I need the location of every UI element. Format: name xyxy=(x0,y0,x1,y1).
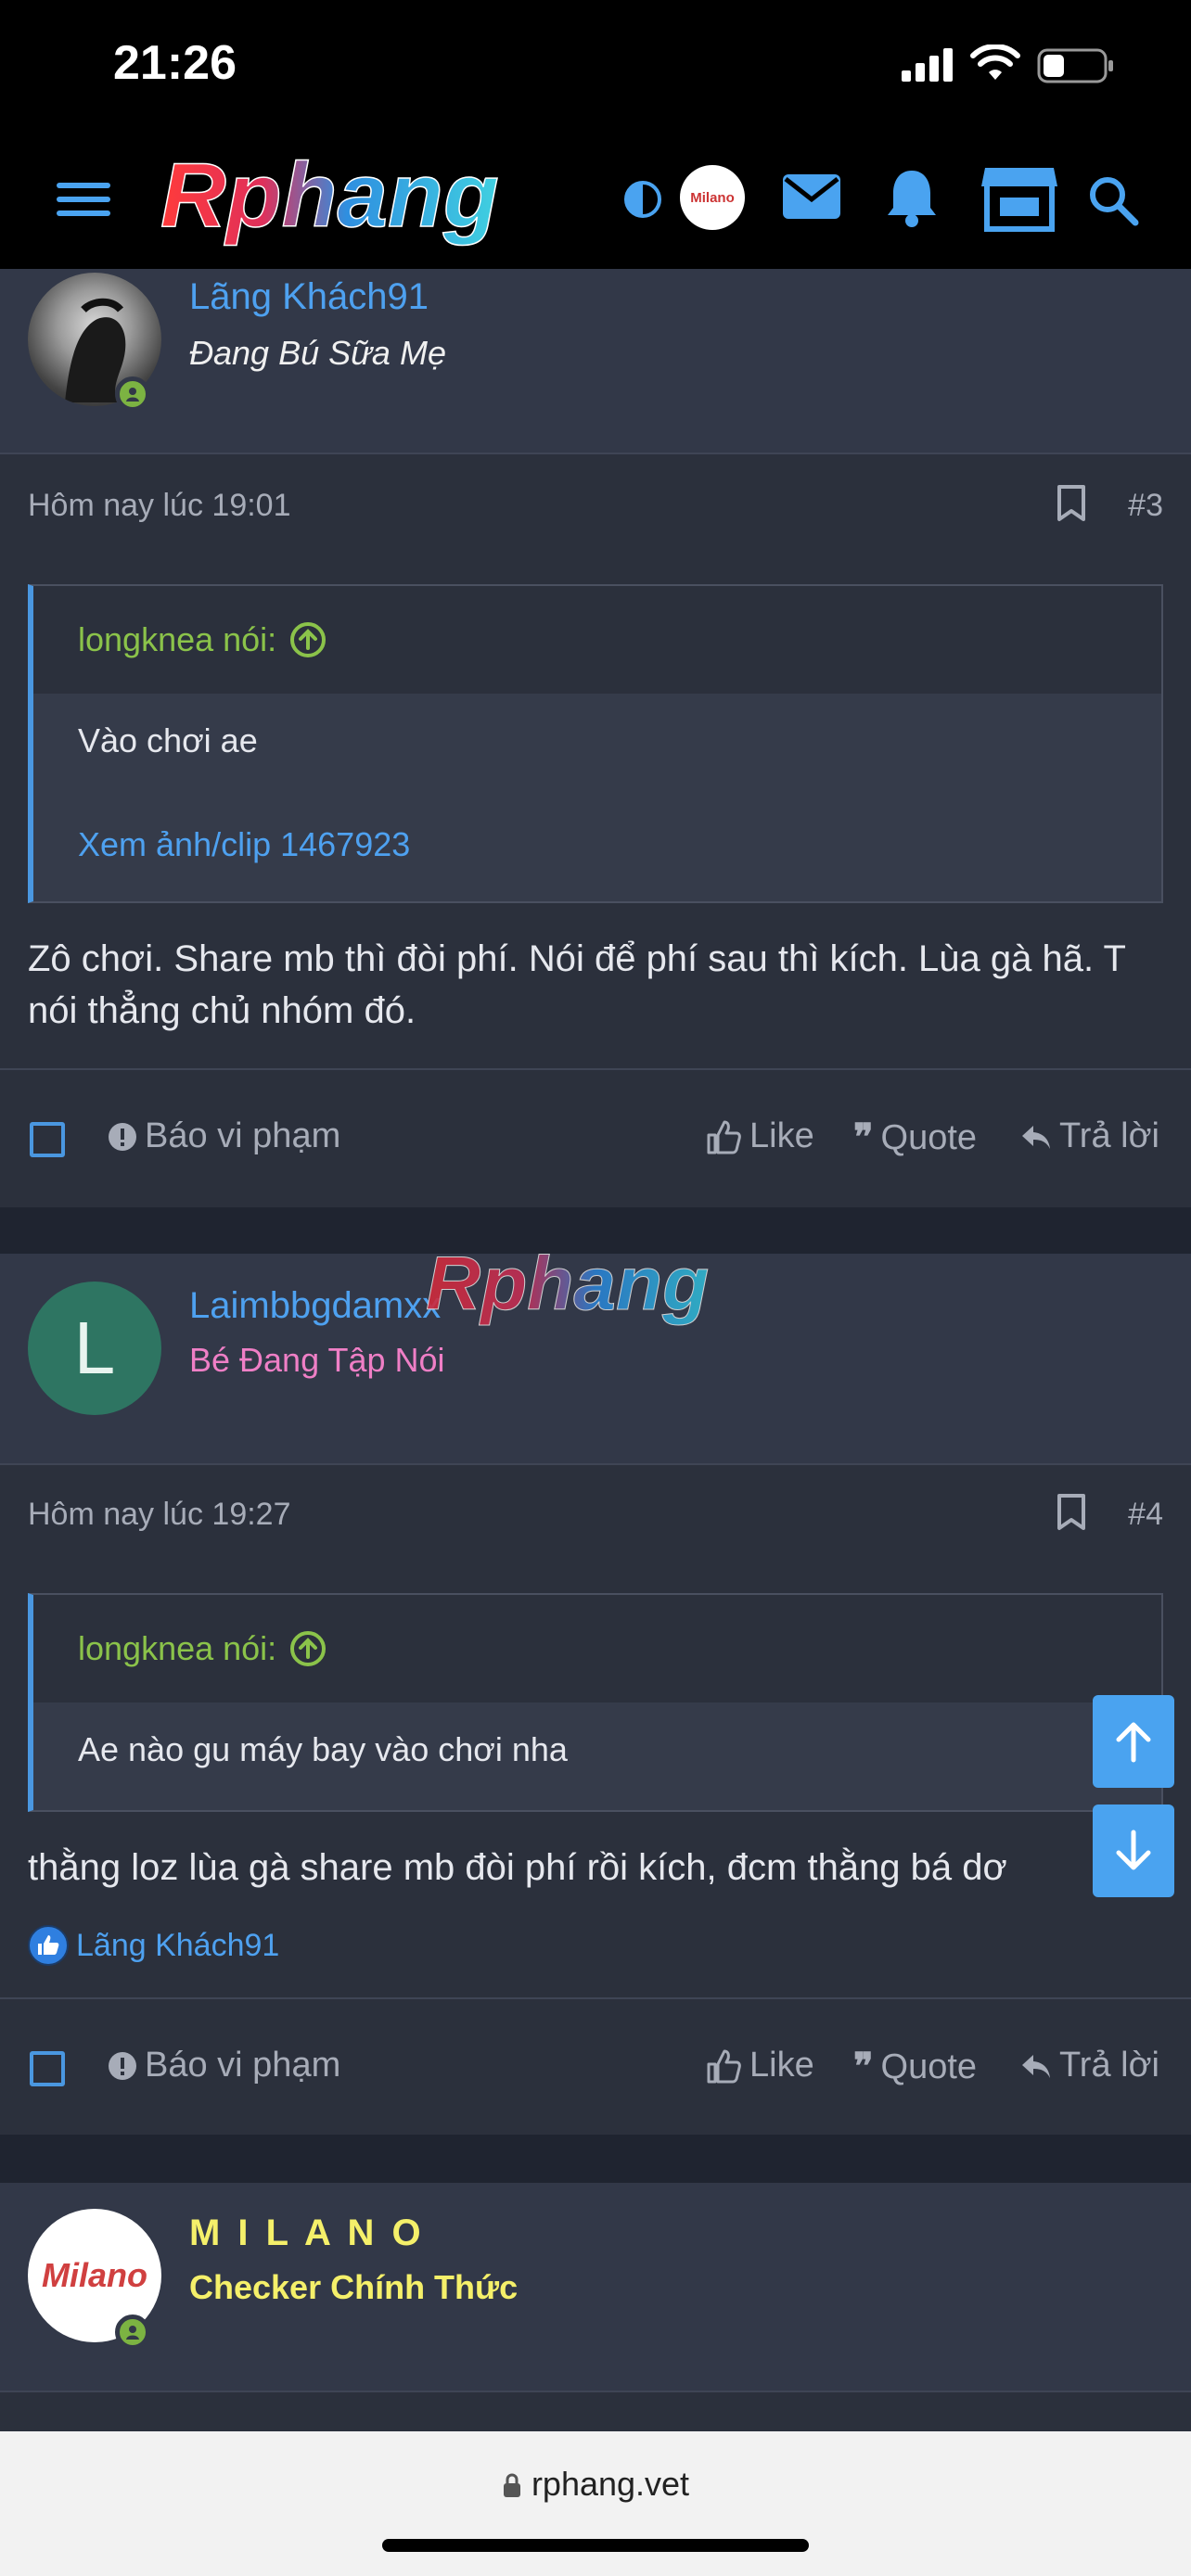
quote-button[interactable]: ❞ Quote xyxy=(853,2046,977,2088)
quote-media-link[interactable]: Xem ảnh/clip 1467923 xyxy=(78,825,1161,864)
arrow-down-icon xyxy=(1116,1830,1151,1870)
quote-jump-up-icon[interactable] xyxy=(289,1630,327,1667)
browser-url-bar[interactable] xyxy=(0,2431,1191,2576)
home-indicator[interactable] xyxy=(382,2539,809,2552)
post-3-quote: longknea nói: Vào chơi ae Xem ảnh/clip 1… xyxy=(28,584,1163,903)
post-3-date[interactable]: Hôm nay lúc 19:01 xyxy=(28,488,291,524)
post-4-user-title: Bé Đang Tập Nói xyxy=(189,1341,445,1379)
search-icon[interactable] xyxy=(1085,172,1141,228)
arrow-up-icon xyxy=(1116,1722,1151,1763)
warning-icon xyxy=(109,2051,136,2080)
reply-button[interactable]: Trả lời xyxy=(1020,2046,1159,2085)
post-3-user-header xyxy=(0,269,1191,454)
quote-icon: ❞ xyxy=(853,1117,874,1158)
quote-header[interactable]: longknea nói: xyxy=(33,1595,1161,1702)
scroll-to-top-button[interactable] xyxy=(1093,1695,1174,1788)
post-3-number[interactable]: #3 xyxy=(1128,488,1163,524)
post-4-text: thằng loz lùa gà share mb đòi phí rồi kí… xyxy=(28,1847,1007,1888)
lock-icon xyxy=(503,2473,520,2497)
reply-icon xyxy=(1022,2054,1050,2078)
select-post-checkbox[interactable] xyxy=(30,1122,65,1157)
post-4-username[interactable]: Laimbbgdamxx xyxy=(189,1285,441,1327)
reaction-summary[interactable]: Lãng Khách91 xyxy=(28,1925,279,1966)
quote-author[interactable]: longknea nói: xyxy=(78,620,276,659)
post-divider xyxy=(0,1207,1191,1254)
post-5-user-header xyxy=(0,2183,1191,2392)
quote-author[interactable]: longknea nói: xyxy=(78,1629,276,1668)
reply-icon xyxy=(1022,1125,1050,1149)
wifi-icon xyxy=(970,45,1020,80)
select-post-checkbox[interactable] xyxy=(30,2051,65,2086)
post-4-avatar[interactable]: L xyxy=(28,1282,161,1415)
reply-button[interactable]: Trả lời xyxy=(1020,1116,1159,1156)
post-3-actions: Báo vi phạm Like ❞ Quote Trả lời xyxy=(0,1068,1191,1209)
post-4-actions: Báo vi phạm Like ❞ Quote Trả lời xyxy=(0,1997,1191,2138)
mail-icon[interactable] xyxy=(781,171,842,223)
notifications-bell-icon[interactable] xyxy=(881,165,942,230)
report-button[interactable]: Báo vi phạm xyxy=(108,1116,340,1156)
report-button[interactable]: Báo vi phạm xyxy=(108,2046,340,2085)
online-status-icon xyxy=(115,376,150,412)
clock: 21:26 xyxy=(113,36,237,90)
post-4-user-header xyxy=(0,1254,1191,1465)
shop-store-icon[interactable] xyxy=(979,163,1060,234)
online-status-icon xyxy=(115,2315,150,2350)
post-4-number[interactable]: #4 xyxy=(1128,1497,1163,1533)
post-3-text: Zô chơi. Share mb thì đòi phí. Nói để ph… xyxy=(28,938,1126,1031)
like-button[interactable]: Like xyxy=(705,1116,814,1156)
post-5-user-title: Checker Chính Thức xyxy=(189,2268,519,2306)
svg-text:Rphang: Rphang xyxy=(160,148,499,246)
theme-toggle-icon[interactable] xyxy=(620,176,666,223)
post-divider xyxy=(0,2136,1191,2183)
menu-icon[interactable] xyxy=(54,176,113,223)
quote-button[interactable]: ❞ Quote xyxy=(853,1116,977,1159)
site-logo[interactable]: Rphang xyxy=(153,148,580,250)
post-4-date[interactable]: Hôm nay lúc 19:27 xyxy=(28,1497,291,1533)
bookmark-icon[interactable] xyxy=(1056,1493,1087,1532)
bookmark-icon[interactable] xyxy=(1056,484,1087,523)
post-5-username[interactable]: M I L A N O xyxy=(189,2213,425,2254)
cellular-signal-icon xyxy=(902,48,953,82)
like-reaction-icon xyxy=(28,1925,69,1966)
warning-icon xyxy=(109,1122,136,1151)
quote-jump-up-icon[interactable] xyxy=(289,621,327,658)
quote-text: Vào chơi ae xyxy=(78,721,258,759)
thumbs-up-icon xyxy=(707,1120,741,1154)
status-bar: 21:26 xyxy=(0,0,1191,134)
thumbs-up-icon xyxy=(707,2049,741,2083)
post-3-user-title: Đang Bú Sữa Mẹ xyxy=(189,334,446,372)
battery-icon xyxy=(1037,48,1113,83)
quote-header[interactable]: longknea nói: xyxy=(33,586,1161,694)
url-text[interactable]: rphang.vet xyxy=(0,2465,1191,2504)
user-avatar-menu[interactable]: Milano xyxy=(680,165,745,230)
post-4-quote: longknea nói: Ae nào gu máy bay vào chơi… xyxy=(28,1593,1163,1812)
scroll-to-bottom-button[interactable] xyxy=(1093,1804,1174,1897)
post-5-body xyxy=(0,2392,1191,2431)
quote-icon: ❞ xyxy=(853,2047,874,2087)
quote-text: Ae nào gu máy bay vào chơi nha xyxy=(78,1730,568,1768)
post-3-username[interactable]: Lãng Khách91 xyxy=(189,276,429,318)
like-button[interactable]: Like xyxy=(705,2046,814,2085)
